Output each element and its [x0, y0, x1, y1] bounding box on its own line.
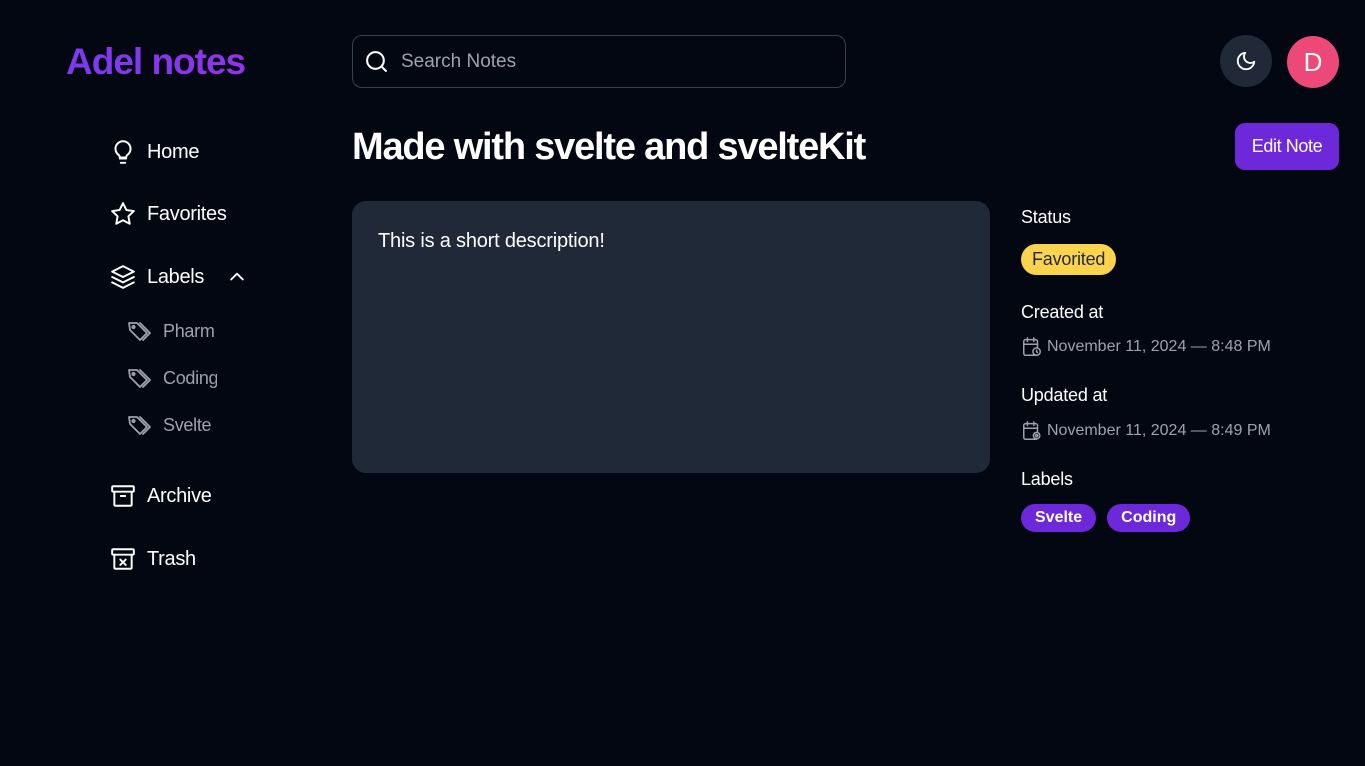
- sidebar-label-text: Coding: [163, 367, 217, 388]
- app: Adel notes Home Favorites Labels Pharm C…: [0, 0, 1365, 766]
- app-logo[interactable]: Adel notes: [66, 40, 246, 84]
- sidebar-label-svelte[interactable]: Svelte: [127, 412, 217, 438]
- calendar-clock-icon: [1023, 337, 1041, 356]
- calendar-cog-icon: [1023, 421, 1041, 440]
- edit-note-button[interactable]: Edit Note: [1235, 123, 1339, 170]
- sidebar-item-trash[interactable]: Trash: [110, 543, 196, 575]
- created-date: November 11, 2024 — 8:48 PM: [1047, 338, 1271, 355]
- label-chips: Svelte Coding: [1021, 504, 1191, 532]
- sidebar-item-home[interactable]: Home: [110, 136, 199, 168]
- search-icon: [366, 51, 387, 72]
- status-heading: Status: [1021, 207, 1071, 227]
- tag-icon: [127, 414, 153, 436]
- sidebar-label-text: Svelte: [163, 414, 212, 435]
- search-bar[interactable]: [352, 35, 846, 88]
- sidebar-label-coding[interactable]: Coding: [127, 365, 217, 391]
- sidebar-item-favorites[interactable]: Favorites: [110, 198, 227, 230]
- sidebar-item-labels[interactable]: Labels: [110, 261, 248, 293]
- updated-date: November 11, 2024 — 8:49 PM: [1047, 422, 1271, 439]
- lightbulb-icon: [110, 139, 136, 165]
- sidebar-item-label: Trash: [147, 547, 196, 570]
- page-title: Made with svelte and svelteKit: [352, 126, 866, 168]
- sidebar-label-text: Pharm: [163, 320, 215, 341]
- updated-date-row: November 11, 2024 — 8:49 PM: [1021, 420, 1271, 442]
- tag-icon: [127, 320, 153, 342]
- sidebar-item-label: Favorites: [147, 202, 227, 225]
- sidebar-item-label: Home: [147, 140, 200, 163]
- tag-icon: [127, 367, 153, 389]
- label-chip-coding[interactable]: Coding: [1107, 504, 1191, 532]
- star-icon: [110, 201, 136, 227]
- archive-icon: [110, 483, 136, 509]
- avatar[interactable]: D: [1287, 36, 1339, 88]
- updated-heading: Updated at: [1021, 385, 1108, 405]
- sidebar-item-archive[interactable]: Archive: [110, 480, 212, 512]
- sidebar-item-label: Archive: [147, 484, 212, 507]
- note-description: This is a short description!: [378, 230, 605, 252]
- label-chip-svelte[interactable]: Svelte: [1021, 504, 1097, 532]
- theme-toggle-button[interactable]: [1220, 35, 1272, 87]
- search-input[interactable]: [401, 50, 821, 73]
- note-description-card: This is a short description!: [352, 201, 990, 473]
- labels-heading: Labels: [1021, 469, 1073, 489]
- created-heading: Created at: [1021, 302, 1104, 322]
- status-badge: Favorited: [1021, 244, 1117, 275]
- trash-icon: [110, 546, 136, 572]
- moon-icon: [1236, 51, 1256, 71]
- sidebar-label-pharm[interactable]: Pharm: [127, 318, 217, 344]
- chevron-up-icon[interactable]: [226, 266, 248, 288]
- layers-icon: [110, 264, 136, 290]
- created-date-row: November 11, 2024 — 8:48 PM: [1021, 336, 1271, 358]
- sidebar-item-label: Labels: [147, 265, 205, 288]
